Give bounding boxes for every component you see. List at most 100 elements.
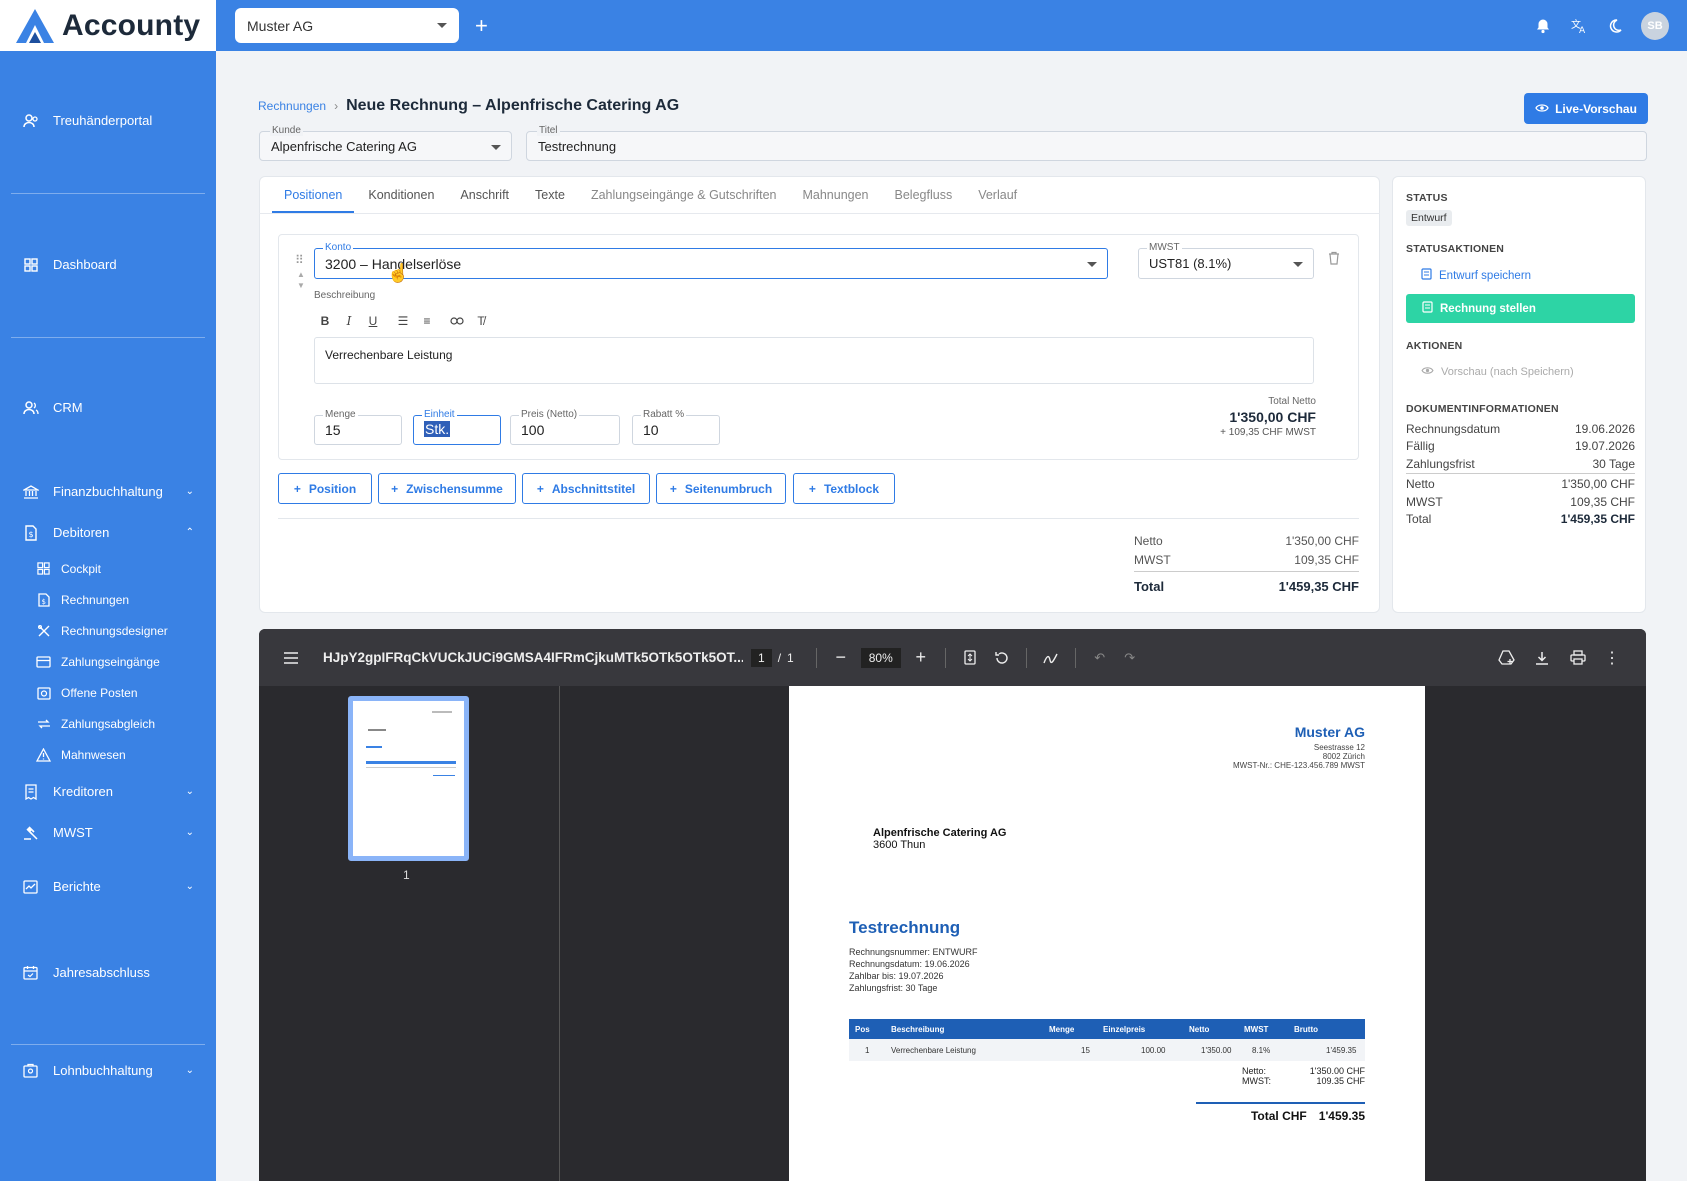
account-select[interactable]: Konto 3200 – Handelserlöse: [314, 242, 1108, 279]
pdf-table-header: Pos Beschreibung Menge Einzelpreis Netto…: [849, 1019, 1365, 1039]
topbar: Muster AG + 文A SB: [216, 0, 1687, 51]
add-subtotal-button[interactable]: + Zwischensumme: [378, 473, 516, 504]
discount-field[interactable]: Rabatt % 10: [632, 409, 720, 445]
discount-label: Rabatt %: [641, 409, 687, 420]
chevron-up-icon: ⌃: [185, 527, 194, 538]
tab-anschrift[interactable]: Anschrift: [448, 188, 521, 213]
sidebar-item-jahresabschluss[interactable]: Jahresabschluss: [22, 964, 194, 981]
fit-page-icon[interactable]: [960, 648, 980, 668]
preview-button[interactable]: Vorschau (nach Speichern): [1421, 366, 1574, 378]
italic-icon[interactable]: I: [338, 311, 360, 331]
bell-icon[interactable]: [1533, 16, 1553, 36]
save-draft-button[interactable]: Entwurf speichern: [1421, 268, 1531, 283]
sidebar-subitem-rechnungen[interactable]: $ Rechnungen: [36, 592, 129, 607]
tab-mahnungen[interactable]: Mahnungen: [790, 188, 880, 213]
drive-add-icon[interactable]: [1496, 648, 1516, 668]
sidebar-subitem-cockpit[interactable]: Cockpit: [36, 561, 101, 576]
gavel-icon: [22, 824, 39, 841]
tab-belegfluss[interactable]: Belegfluss: [883, 188, 965, 213]
warning-icon: [36, 747, 51, 762]
bold-icon[interactable]: B: [314, 311, 336, 331]
avatar[interactable]: SB: [1641, 11, 1669, 40]
page-thumbnail[interactable]: [348, 696, 469, 861]
zoom-in-icon[interactable]: +: [911, 647, 931, 668]
tab-positionen[interactable]: Positionen: [272, 188, 355, 213]
draw-icon[interactable]: [1041, 648, 1061, 668]
add-text-block-button[interactable]: + Textblock: [793, 473, 895, 504]
trash-icon[interactable]: [1328, 251, 1340, 268]
redo-icon[interactable]: ↷: [1120, 648, 1140, 668]
preview-label: Vorschau (nach Speichern): [1441, 366, 1574, 378]
sidebar-subitem-offene-posten[interactable]: Offene Posten: [36, 685, 138, 700]
dark-mode-icon[interactable]: [1605, 16, 1625, 36]
live-preview-button[interactable]: Live-Vorschau: [1524, 93, 1648, 124]
zoom-out-icon[interactable]: −: [831, 647, 851, 668]
vat-select[interactable]: MWST UST81 (8.1%): [1138, 242, 1314, 279]
link-icon[interactable]: [446, 311, 468, 331]
page-number-input[interactable]: 1: [751, 648, 772, 667]
undo-icon[interactable]: ↶: [1090, 648, 1110, 668]
pdf-mwst-label: MWST:: [1242, 1076, 1271, 1086]
pdf-cell: Verrechenbare Leistung: [891, 1046, 976, 1055]
quantity-field[interactable]: Menge 15: [314, 409, 402, 445]
tab-verlauf[interactable]: Verlauf: [966, 188, 1029, 213]
sidebar-item-berichte[interactable]: Berichte ⌄: [22, 878, 194, 895]
tab-texte[interactable]: Texte: [523, 188, 577, 213]
sidebar-item-debitoren[interactable]: $ Debitoren ⌃: [22, 524, 194, 541]
sidebar-subitem-zahlungseingaenge[interactable]: Zahlungseingänge: [36, 654, 160, 669]
pdf-page: Muster AG Seestrasse 12 8002 Zürich MWST…: [789, 686, 1425, 1181]
add-position-button[interactable]: + Position: [278, 473, 372, 504]
sidebar-item-treuhaenderportal[interactable]: Treuhänderportal: [22, 112, 194, 129]
status-panel: STATUS Entwurf STATUSAKTIONEN Entwurf sp…: [1392, 176, 1646, 613]
sidebar-item-label: Dashboard: [53, 257, 117, 272]
doc-info-row: Rechnungsdatum 19.06.2026: [1406, 422, 1635, 436]
company-select[interactable]: Muster AG: [235, 8, 459, 43]
description-editor[interactable]: Verrechenbare Leistung: [314, 337, 1314, 384]
arrows-icon: [36, 716, 51, 731]
description-value: Verrechenbare Leistung: [325, 348, 453, 362]
chevron-down-icon: [1087, 262, 1097, 267]
toolbar-divider: [1025, 647, 1027, 668]
pdf-cell: 8.1%: [1252, 1046, 1271, 1055]
zoom-level[interactable]: 80%: [860, 647, 901, 668]
doc-info-key: MWST: [1406, 495, 1443, 509]
clear-format-icon[interactable]: T̸: [470, 311, 492, 331]
print-icon[interactable]: [1568, 648, 1588, 668]
add-section-title-button[interactable]: + Abschnittstitel: [522, 473, 650, 504]
doc-info-value: 30 Tage: [1592, 457, 1636, 471]
underline-icon[interactable]: U: [362, 311, 384, 331]
sidebar-item-dashboard[interactable]: Dashboard: [22, 256, 194, 273]
rotate-icon[interactable]: [992, 648, 1012, 668]
create-invoice-button[interactable]: Rechnung stellen: [1406, 294, 1635, 323]
more-vert-icon[interactable]: ⋮: [1602, 648, 1622, 668]
pdf-col: Menge: [1049, 1025, 1075, 1034]
unit-field[interactable]: Einheit Stk.: [413, 409, 501, 445]
translate-icon[interactable]: 文A: [1569, 16, 1589, 36]
app-logo[interactable]: Accounty: [0, 0, 216, 51]
reorder-arrows-icon[interactable]: ▲ ▼: [297, 269, 305, 291]
sidebar-item-mwst[interactable]: MWST ⌄: [22, 824, 194, 841]
add-page-break-button[interactable]: + Seitenumbruch: [656, 473, 786, 504]
sidebar-item-kreditoren[interactable]: Kreditoren ⌄: [22, 783, 194, 800]
numbered-list-icon[interactable]: ≡: [416, 311, 438, 331]
title-field[interactable]: Titel Testrechnung: [526, 125, 1647, 161]
customer-select[interactable]: Kunde Alpenfrische Catering AG: [259, 125, 512, 161]
drag-handle-icon[interactable]: ⠿: [295, 253, 304, 267]
sidebar-item-label: Berichte: [53, 879, 101, 894]
sidebar-item-label: Jahresabschluss: [53, 965, 150, 980]
sidebar-item-crm[interactable]: CRM: [22, 399, 194, 416]
price-field[interactable]: Preis (Netto) 100: [510, 409, 620, 445]
download-icon[interactable]: [1532, 648, 1552, 668]
add-company-icon[interactable]: +: [475, 14, 488, 37]
sidebar-subitem-mahnwesen[interactable]: Mahnwesen: [36, 747, 126, 762]
sidebar-subitem-rechnungsdesigner[interactable]: Rechnungsdesigner: [36, 623, 168, 638]
breadcrumb-rechnungen[interactable]: Rechnungen: [258, 99, 326, 113]
sidebar-item-finanzbuchhaltung[interactable]: Finanzbuchhaltung ⌄: [22, 483, 194, 500]
tab-konditionen[interactable]: Konditionen: [356, 188, 446, 213]
sidebar-subitem-zahlungsabgleich[interactable]: Zahlungsabgleich: [36, 716, 155, 731]
menu-icon[interactable]: [281, 648, 301, 668]
bullet-list-icon[interactable]: ☰: [392, 311, 414, 331]
sidebar-item-lohnbuchhaltung[interactable]: Lohnbuchhaltung ⌄: [22, 1062, 194, 1079]
pdf-total-value: 1'459.35: [1318, 1109, 1365, 1123]
tab-zahlungseingaenge[interactable]: Zahlungseingänge & Gutschriften: [579, 188, 789, 213]
